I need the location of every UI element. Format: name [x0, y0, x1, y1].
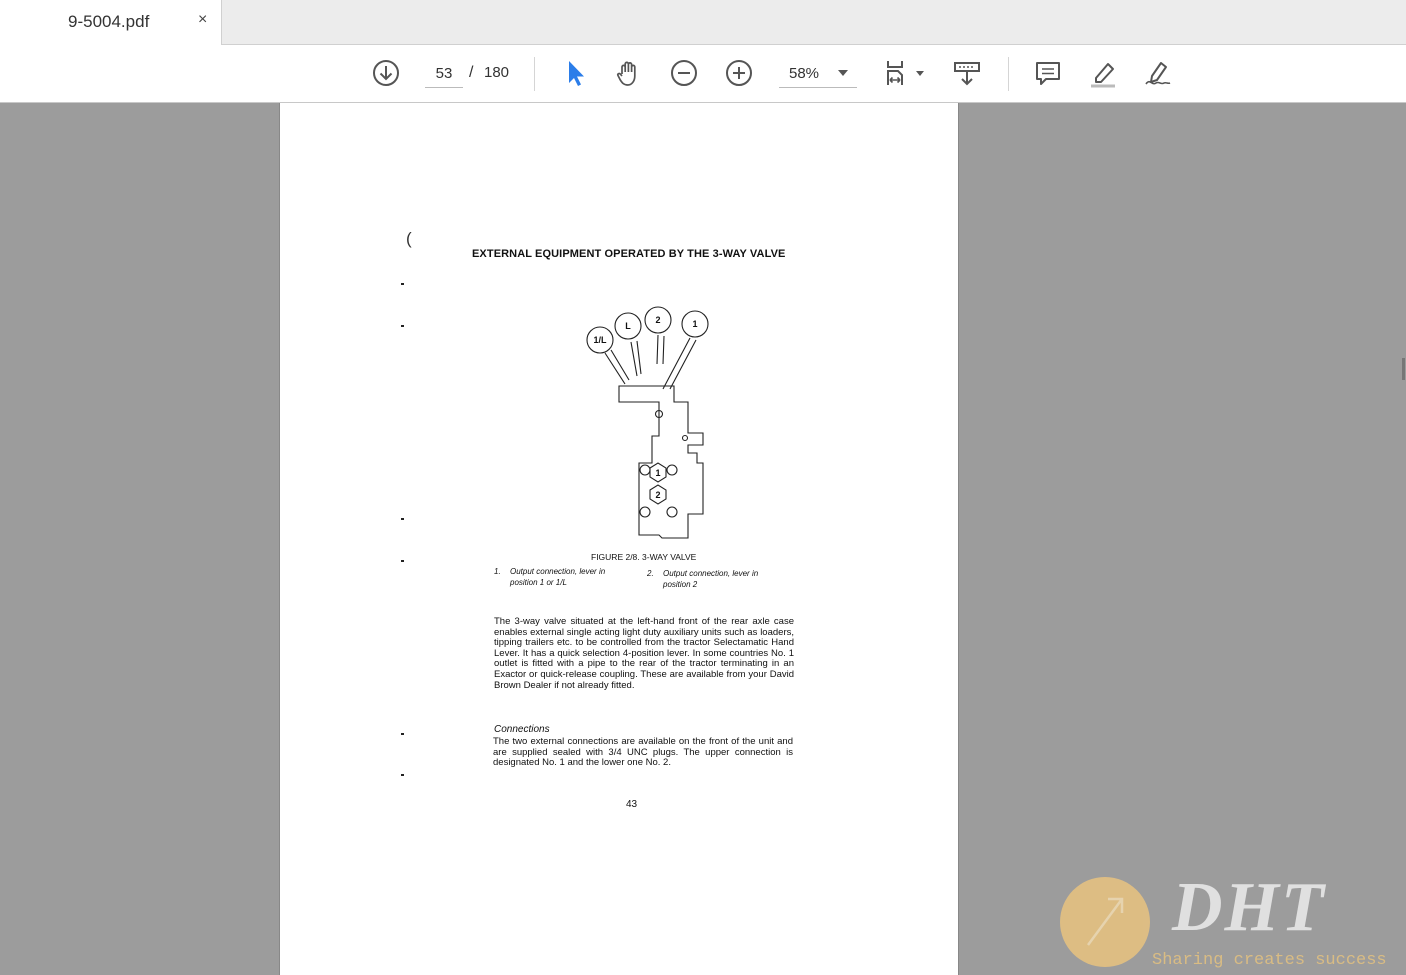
watermark-logo-text: DHT [1172, 869, 1326, 946]
page-heading: EXTERNAL EQUIPMENT OPERATED BY THE 3-WAY… [472, 248, 786, 260]
toolbar: 53 / 180 58% [0, 45, 1406, 103]
scan-artifact-mark [401, 733, 404, 735]
body-paragraph: The 3-way valve situated at the left-han… [494, 616, 794, 691]
legend-text: Output connection, lever in position 2 [663, 569, 759, 589]
toolbar-divider [1008, 57, 1009, 91]
zoom-out-icon[interactable] [667, 56, 701, 90]
sign-icon[interactable] [1141, 56, 1175, 90]
figure-caption: FIGURE 2/8. 3-WAY VALVE [591, 552, 697, 562]
page-total: 180 [484, 64, 510, 81]
connections-heading: Connections [494, 724, 550, 735]
scan-artifact-mark: ( [406, 229, 412, 248]
lever-label-1L: 1/L [593, 335, 607, 345]
scan-artifact-mark [401, 774, 404, 776]
select-cursor-icon[interactable] [558, 56, 592, 90]
scan-artifact-mark [401, 325, 404, 327]
scrollbar-thumb[interactable] [1402, 358, 1405, 380]
lever-label-2: 2 [655, 315, 660, 325]
port-label-2: 2 [655, 490, 660, 500]
watermark-slogan: Sharing creates success [1152, 951, 1387, 970]
scan-artifact-mark [401, 560, 404, 562]
legend-number: 1. [494, 567, 501, 576]
arrow-icon [1086, 897, 1124, 946]
document-tab[interactable]: 9-5004.pdf × [0, 0, 222, 45]
fit-chevron-icon[interactable] [916, 71, 924, 76]
valve-figure: 1/L L 2 1 1 2 [586, 306, 709, 539]
scan-artifact-mark [401, 518, 404, 520]
tab-title[interactable]: 9-5004.pdf [68, 12, 149, 32]
zoom-in-icon[interactable] [722, 56, 756, 90]
fit-page-icon[interactable] [880, 56, 914, 90]
legend-text: Output connection, lever in position 1 o… [510, 567, 606, 587]
toolbar-divider [534, 57, 535, 91]
legend-number: 2. [647, 569, 654, 578]
comment-icon[interactable] [1031, 56, 1065, 90]
page-number: 43 [626, 799, 638, 810]
port-label-1: 1 [655, 468, 660, 478]
lever-label-L: L [625, 321, 631, 331]
tab-close-button[interactable]: × [198, 11, 207, 29]
zoom-value: 58% [789, 65, 820, 82]
scan-artifact-mark [401, 283, 404, 285]
download-icon[interactable] [369, 56, 403, 90]
highlight-icon[interactable] [1086, 56, 1120, 90]
page-number-input[interactable]: 53 [425, 61, 463, 88]
chevron-down-icon [838, 70, 848, 76]
hand-pan-icon[interactable] [612, 56, 646, 90]
scroll-mode-icon[interactable] [950, 56, 984, 90]
page-separator: / [469, 64, 474, 81]
connections-paragraph: The two external connections are availab… [493, 736, 793, 769]
document-page: ( EXTERNAL EQUIPMENT OPERATED BY THE 3-W… [279, 103, 959, 975]
zoom-dropdown[interactable]: 58% [779, 61, 857, 88]
tab-bar: 9-5004.pdf × [0, 0, 1406, 45]
watermark-logo-circle [1060, 877, 1150, 967]
lever-label-1: 1 [692, 319, 697, 329]
